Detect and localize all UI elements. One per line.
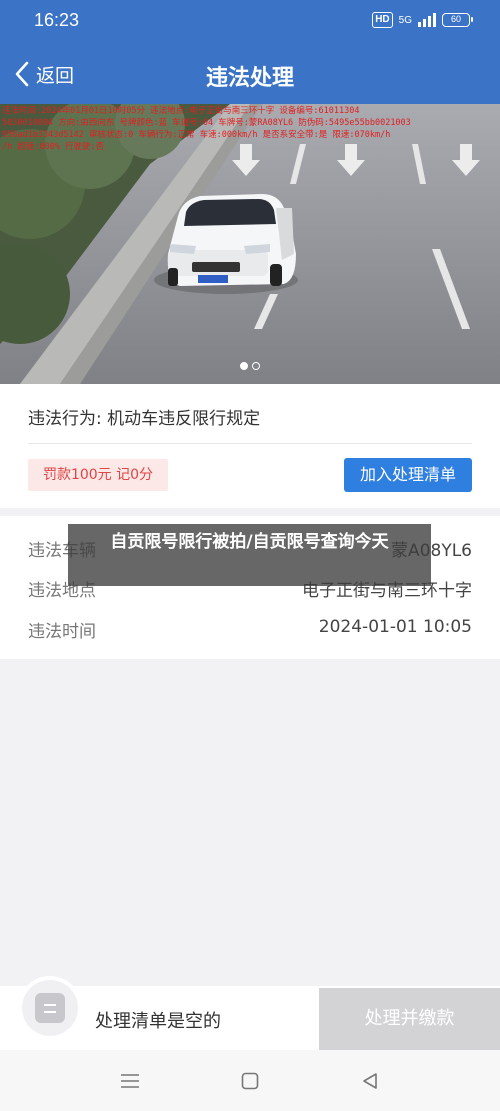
fine-badge: 罚款100元 记0分 <box>28 459 168 491</box>
list-icon[interactable] <box>22 980 78 1036</box>
signal-icon <box>418 13 436 27</box>
carousel-dot-1[interactable] <box>240 362 248 370</box>
home-icon[interactable] <box>235 1068 265 1094</box>
title-banner: 自贡限号限行被拍/自贡限号查询今天 <box>68 524 431 586</box>
divider <box>28 443 472 444</box>
status-time: 16:23 <box>34 10 80 30</box>
status-icons: HD 5G 60 <box>372 12 473 28</box>
behavior-value: 机动车违反限行规定 <box>107 409 261 429</box>
detail-row-time: 违法时间 2024-01-01 10:05 <box>28 617 472 645</box>
system-nav-bar <box>0 1050 500 1111</box>
page-title: 违法处理 <box>205 66 294 91</box>
camera-overlay-text: 违法时间:2024年01月01日10时05分 违法地点:电子正街与南三环十字 设… <box>2 106 411 152</box>
status-bar: 16:23 HD 5G 60 <box>0 0 500 44</box>
violation-photo[interactable]: 违法时间:2024年01月01日10时05分 违法地点:电子正街与南三环十字 设… <box>0 104 500 384</box>
hd-icon: HD <box>372 12 393 28</box>
back-triangle-icon[interactable] <box>355 1068 385 1094</box>
detail-value: 2024-01-01 10:05 <box>318 617 472 637</box>
behavior-label: 违法行为: <box>28 409 102 429</box>
battery-icon: 60 <box>442 13 473 27</box>
bottom-action-bar: 处理清单是空的 处理并缴款 <box>0 980 500 1050</box>
carousel-dot-2[interactable] <box>252 362 260 370</box>
nav-bar: 返回 违法处理 <box>0 44 500 104</box>
empty-list-text: 处理清单是空的 <box>95 1011 221 1032</box>
process-and-pay-button[interactable]: 处理并缴款 <box>319 988 500 1050</box>
violation-card: 违法行为: 机动车违反限行规定 罚款100元 记0分 加入处理清单 <box>0 384 500 508</box>
detail-label: 违法时间 <box>28 622 96 642</box>
menu-icon[interactable] <box>115 1068 145 1094</box>
violation-behavior: 违法行为: 机动车违反限行规定 <box>28 404 260 429</box>
carousel-indicator <box>0 362 500 370</box>
network-label: 5G <box>398 14 412 26</box>
add-to-list-button[interactable]: 加入处理清单 <box>344 458 472 492</box>
